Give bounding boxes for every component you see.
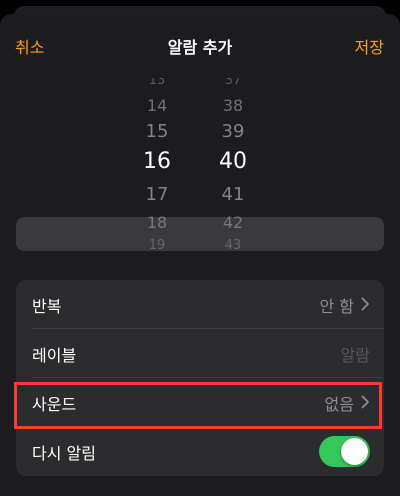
toggle-knob: [341, 438, 368, 465]
label-title: 레이블: [32, 346, 77, 365]
hour-option[interactable]: 13: [127, 78, 187, 88]
nav-bar: 취소 알람 추가 저장: [0, 14, 400, 78]
repeat-title: 반복: [32, 297, 62, 316]
label-row[interactable]: 레이블 알람: [16, 329, 384, 378]
hour-option[interactable]: 18: [127, 213, 187, 232]
hour-selected[interactable]: 16: [127, 149, 187, 174]
hour-option[interactable]: 17: [127, 184, 187, 205]
label-input[interactable]: 알람: [341, 342, 370, 366]
minute-option[interactable]: 37: [203, 78, 263, 88]
snooze-title: 다시 알림: [32, 444, 96, 463]
minute-option[interactable]: 41: [203, 184, 263, 205]
hour-wheel[interactable]: 13 14 15 16 17 18 19: [127, 78, 187, 266]
minute-option[interactable]: 43: [203, 238, 263, 253]
time-picker[interactable]: 13 14 15 16 17 18 19 37 38 39 40 41 42 4…: [0, 78, 400, 266]
save-button[interactable]: 저장: [355, 34, 384, 58]
minute-option[interactable]: 38: [203, 96, 263, 115]
chevron-right-icon: [361, 297, 369, 311]
minute-selected[interactable]: 40: [203, 149, 263, 174]
page-title: 알람 추가: [167, 38, 233, 57]
sound-row[interactable]: 사운드 없음: [16, 378, 384, 427]
minute-wheel[interactable]: 37 38 39 40 41 42 43: [203, 78, 263, 266]
sound-title: 사운드: [32, 395, 77, 414]
hour-option[interactable]: 14: [127, 96, 187, 115]
chevron-right-icon: [361, 395, 369, 409]
minute-option[interactable]: 42: [203, 213, 263, 232]
minute-option[interactable]: 39: [203, 121, 263, 142]
hour-option[interactable]: 19: [127, 238, 187, 253]
snooze-toggle[interactable]: [319, 436, 370, 467]
repeat-row[interactable]: 반복 안 함: [16, 280, 384, 329]
hour-option[interactable]: 15: [127, 121, 187, 142]
snooze-row: 다시 알림: [16, 427, 384, 476]
alarm-settings-list: 반복 안 함 레이블 알람 사운드 없음 다시 알림: [16, 280, 384, 476]
picker-selection-band: [16, 217, 384, 251]
sound-value: 없음: [324, 395, 354, 414]
repeat-value: 안 함: [319, 297, 354, 316]
